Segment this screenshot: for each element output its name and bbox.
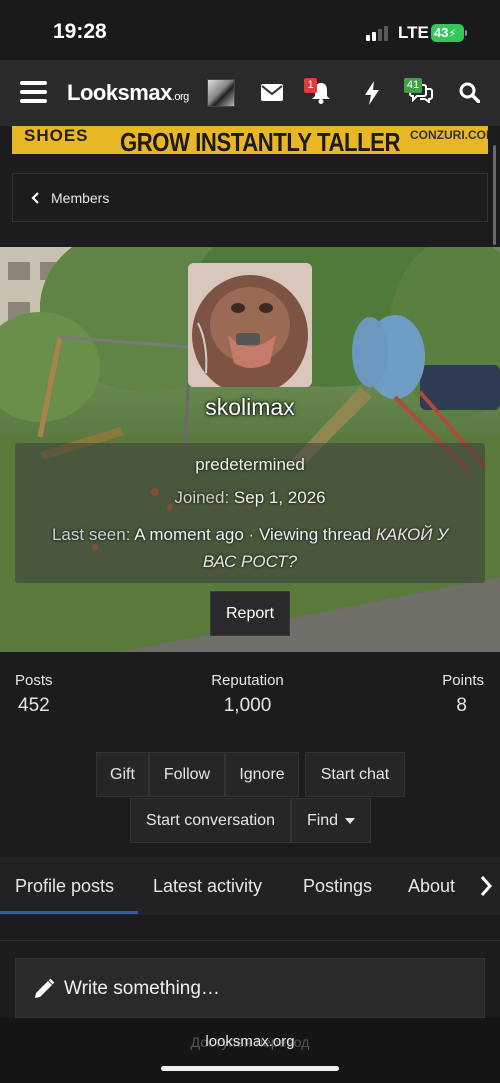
site-logo[interactable]: Lᴏᴏksmax.org	[67, 80, 189, 106]
ignore-button[interactable]: Ignore	[225, 752, 299, 797]
status-time: 19:28	[53, 20, 107, 43]
chevron-right-icon[interactable]	[479, 875, 493, 897]
banner-right-text: CONZURI.COM	[410, 128, 488, 142]
search-icon[interactable]	[459, 82, 480, 103]
follow-button[interactable]: Follow	[149, 752, 225, 797]
joined-label: Joined:	[174, 488, 230, 507]
last-seen-value: A moment ago · Viewing thread	[134, 525, 372, 544]
chevron-left-icon	[31, 191, 39, 204]
tab-about[interactable]: About	[408, 876, 455, 897]
user-avatar[interactable]	[207, 79, 235, 107]
gift-button[interactable]: Gift	[96, 752, 149, 797]
battery-tip	[465, 30, 467, 36]
lightning-icon[interactable]	[364, 81, 380, 105]
active-tab-indicator	[0, 911, 138, 914]
write-something-placeholder[interactable]: Write something…	[64, 978, 220, 1000]
browser-url[interactable]: looksmax.org	[0, 1033, 500, 1050]
profile-joined: Joined: Sep 1, 2026	[15, 488, 485, 508]
battery-icon: 43⚡	[431, 24, 464, 42]
caret-down-icon	[345, 817, 356, 824]
stat-points[interactable]: Points 8	[380, 672, 484, 717]
find-label: Find	[306, 811, 339, 829]
profile-avatar[interactable]	[188, 263, 312, 387]
tabs-fade	[455, 857, 500, 915]
status-bar: 19:28 LTE 43⚡	[0, 0, 500, 60]
report-button[interactable]: Report	[210, 591, 290, 636]
profile-last-seen: Last seen: A moment ago · Viewing thread…	[15, 521, 485, 575]
pencil-icon	[34, 978, 55, 999]
stat-value: 8	[456, 695, 467, 716]
breadcrumb[interactable]: Members	[12, 173, 488, 222]
mail-icon[interactable]	[261, 84, 283, 101]
start-chat-button[interactable]: Start chat	[305, 752, 405, 797]
banner-left-text: SHOES	[24, 126, 89, 145]
page-scrollbar[interactable]	[493, 145, 496, 245]
start-conversation-button[interactable]: Start conversation	[130, 798, 291, 843]
browser-bottom-bar	[0, 1018, 500, 1083]
profile-username: skolimax	[205, 394, 295, 420]
ad-banner[interactable]: SHOES GROW INSTANTLY TALLER CONZURI.COM	[12, 126, 488, 154]
logo-suffix: .org	[171, 91, 189, 103]
banner-main-text: GROW INSTANTLY TALLER	[120, 127, 401, 154]
tab-profile-posts[interactable]: Profile posts	[15, 876, 114, 897]
battery-level: 43	[434, 25, 449, 40]
logo-text: Lᴏᴏksmax	[67, 80, 172, 105]
message-badge: 41	[404, 78, 422, 93]
home-indicator[interactable]	[161, 1066, 339, 1071]
menu-icon[interactable]	[20, 80, 47, 104]
tab-latest-activity[interactable]: Latest activity	[153, 876, 262, 897]
stat-label: Points	[442, 672, 484, 689]
section-divider	[0, 940, 500, 941]
tab-postings[interactable]: Postings	[303, 876, 372, 897]
joined-value: Sep 1, 2026	[233, 488, 326, 507]
breadcrumb-label: Members	[51, 189, 110, 206]
profile-user-title: predetermined	[195, 455, 305, 474]
network-type: LTE	[398, 23, 429, 42]
notification-badge: 1	[304, 78, 317, 93]
find-dropdown[interactable]: Find	[291, 798, 371, 843]
signal-icon	[366, 26, 390, 41]
last-seen-label: Last seen:	[51, 525, 131, 544]
